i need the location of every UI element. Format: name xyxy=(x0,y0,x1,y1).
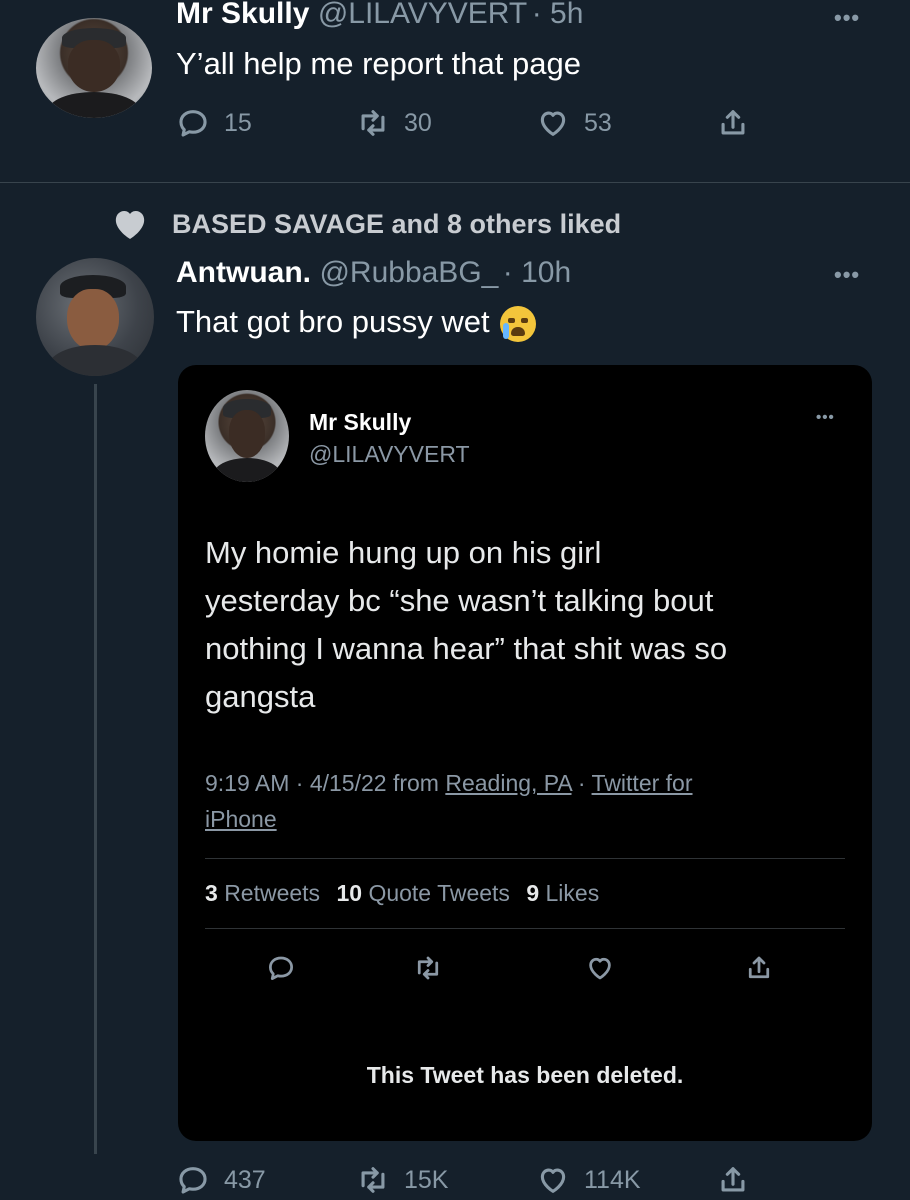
quoted-tweet-stats: 3 Retweets 10 Quote Tweets 9 Likes xyxy=(205,880,599,907)
tweet-text-line: That got bro pussy wet xyxy=(176,304,536,342)
thread-line xyxy=(94,384,97,1154)
avatar-face xyxy=(228,410,266,459)
share-button[interactable] xyxy=(716,106,750,140)
more-options-icon: ••• xyxy=(816,409,835,426)
reply-icon xyxy=(266,953,296,988)
retweet-button[interactable]: 15K xyxy=(356,1163,448,1197)
avatar-shirt xyxy=(47,345,143,376)
crying-face-emoji xyxy=(499,305,536,342)
more-options-icon[interactable]: ••• xyxy=(834,5,860,31)
avatar-face xyxy=(66,288,119,351)
quote-tweets-count: 10 xyxy=(336,880,363,906)
reply-icon xyxy=(179,1167,207,1194)
tweet-header: Mr Skully @LILAVYVERT · 5h xyxy=(176,0,583,31)
reply-button[interactable]: 15 xyxy=(176,106,252,140)
likes-label: Likes xyxy=(545,880,600,906)
quote-tweets-label: Quote Tweets xyxy=(368,880,510,906)
liked-banner-text: BASED SAVAGE and 8 others liked xyxy=(172,208,622,239)
like-count: 114K xyxy=(584,1165,641,1194)
client-link: Twitter for xyxy=(591,770,693,796)
share-button[interactable] xyxy=(716,1163,750,1197)
client-link-continued: iPhone xyxy=(205,806,277,832)
divider xyxy=(0,182,910,183)
heart-icon xyxy=(540,111,566,136)
share-icon xyxy=(744,953,774,988)
heart-icon xyxy=(540,1168,566,1193)
quoted-text-line: gangsta xyxy=(205,679,316,714)
quoted-text-line: nothing I wanna hear” that shit was so xyxy=(205,631,728,666)
avatar xyxy=(205,390,289,482)
meta-separator: · xyxy=(571,770,592,796)
tweet-time[interactable]: · 10h xyxy=(503,256,571,289)
tweet-header: Antwuan. @RubbaBG_ · 10h xyxy=(176,256,571,290)
reply-icon xyxy=(179,110,207,137)
retweet-count: 30 xyxy=(404,108,432,137)
author-handle[interactable]: @LILAVYVERT xyxy=(318,0,527,30)
share-icon xyxy=(721,1167,745,1192)
likes-count: 9 xyxy=(526,880,540,906)
divider xyxy=(205,858,845,859)
like-button[interactable]: 114K xyxy=(536,1163,641,1197)
avatar-shirt xyxy=(47,92,141,118)
deleted-notice: This Tweet has been deleted. xyxy=(366,1062,684,1088)
quoted-tweet-meta: 9:19 AM · 4/15/22 from Reading, PA · Twi… xyxy=(205,765,845,837)
liked-banner[interactable]: BASED SAVAGE and 8 others liked xyxy=(110,204,621,244)
like-button[interactable]: 53 xyxy=(536,106,612,140)
more-options-icon[interactable]: ••• xyxy=(834,262,860,288)
avatar-face xyxy=(68,40,120,92)
share-icon xyxy=(721,110,745,135)
reply-count: 15 xyxy=(224,108,252,137)
tweet-time[interactable]: · 5h xyxy=(532,0,584,30)
quoted-author-handle: @LILAVYVERT xyxy=(309,441,470,467)
like-count: 53 xyxy=(584,108,612,137)
retweets-count: 3 xyxy=(205,880,218,906)
author-name[interactable]: Mr Skully xyxy=(176,0,309,30)
meta-time: 9:19 AM · 4/15/22 from xyxy=(205,770,446,796)
retweet-count: 15K xyxy=(404,1165,449,1194)
divider xyxy=(205,928,845,929)
retweet-icon xyxy=(361,1167,385,1193)
avatar-shirt xyxy=(213,458,281,482)
author-handle[interactable]: @RubbaBG_ xyxy=(319,256,498,289)
tweet-text: Y’all help me report that page xyxy=(176,46,581,81)
location-link: Reading, PA xyxy=(445,770,572,796)
reply-button[interactable]: 437 xyxy=(176,1163,266,1197)
quoted-tweet-image[interactable]: Mr Skully @LILAVYVERT ••• My homie hung … xyxy=(178,365,872,1141)
retweet-button[interactable]: 30 xyxy=(356,106,432,140)
avatar[interactable] xyxy=(36,18,152,118)
heart-icon xyxy=(115,211,145,239)
retweet-icon xyxy=(413,953,443,988)
author-name[interactable]: Antwuan. xyxy=(176,256,311,289)
quoted-tweet-text: My homie hung up on his girl yesterday b… xyxy=(205,529,727,721)
quoted-text-line: My homie hung up on his girl xyxy=(205,535,602,570)
reply-count: 437 xyxy=(224,1165,266,1194)
retweet-icon xyxy=(361,110,385,136)
heart-icon xyxy=(585,953,615,988)
avatar[interactable] xyxy=(36,258,154,376)
quoted-author-name: Mr Skully xyxy=(309,409,412,435)
quoted-text-line: yesterday bc “she wasn’t talking bout xyxy=(205,583,714,618)
tweet-text: That got bro pussy wet xyxy=(176,304,490,339)
retweets-label: Retweets xyxy=(224,880,321,906)
